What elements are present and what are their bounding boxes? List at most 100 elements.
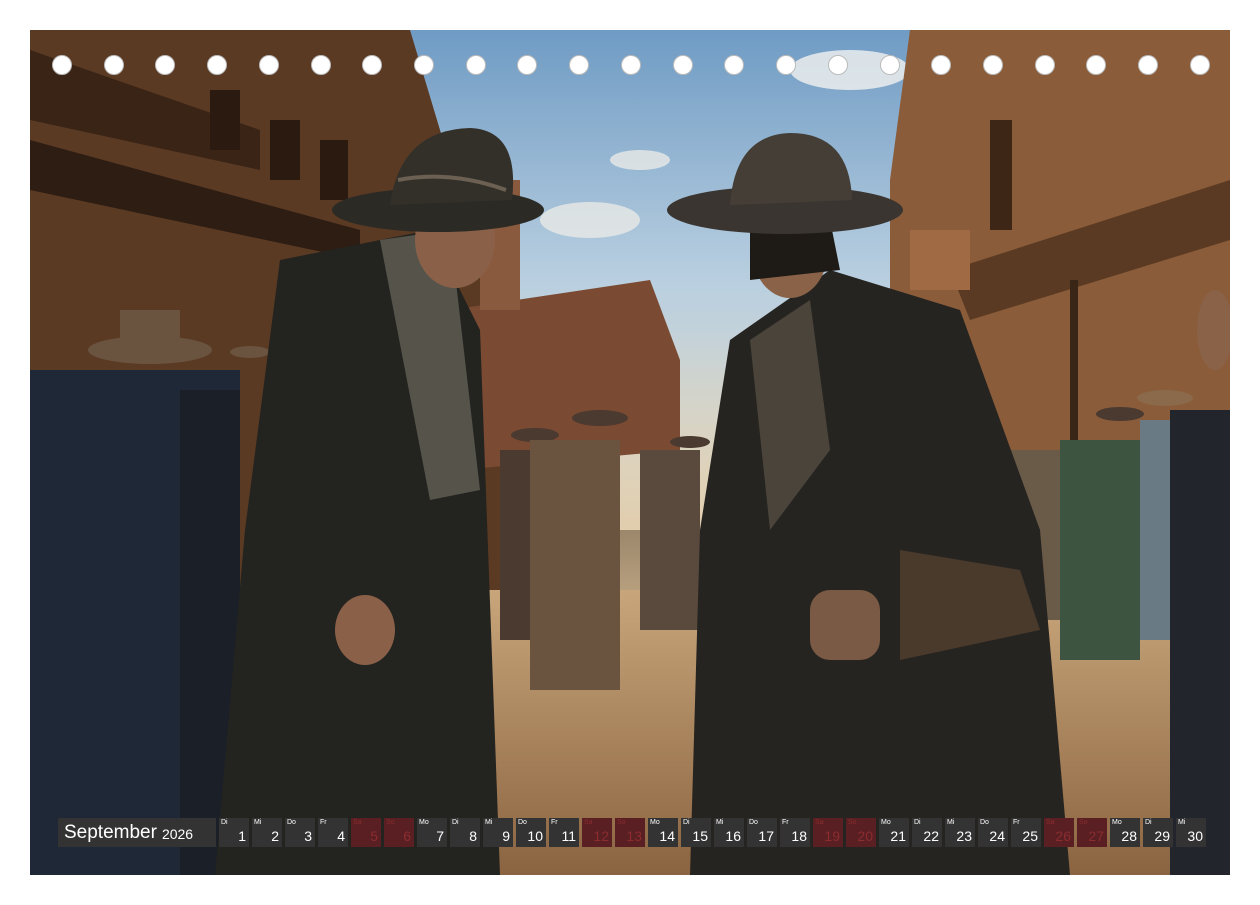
- day-weekday: So: [848, 819, 857, 826]
- day-cell: Mi 2: [252, 818, 282, 847]
- month-name: September: [64, 821, 157, 843]
- day-number: 23: [956, 828, 972, 844]
- binding-hole: [1138, 55, 1159, 75]
- day-weekday: So: [617, 819, 626, 826]
- day-cell: Fr 11: [549, 818, 579, 847]
- day-cell: Sa 5: [351, 818, 381, 847]
- day-weekday: So: [1079, 819, 1088, 826]
- day-number: 6: [403, 828, 411, 844]
- day-number: 24: [989, 828, 1005, 844]
- day-weekday: Mo: [419, 819, 429, 826]
- day-weekday: Mi: [485, 819, 493, 826]
- day-weekday: Mi: [716, 819, 724, 826]
- day-cell: Sa 12: [582, 818, 612, 847]
- day-weekday: So: [386, 819, 395, 826]
- day-weekday: Sa: [815, 819, 824, 826]
- day-weekday: Di: [221, 819, 228, 826]
- day-cell: Mi 30: [1176, 818, 1206, 847]
- binding-hole: [414, 55, 435, 75]
- binding-hole: [258, 55, 279, 75]
- day-number: 27: [1088, 828, 1104, 844]
- binding-hole: [52, 55, 72, 75]
- day-number: 17: [758, 828, 774, 844]
- binding-hole: [103, 55, 124, 75]
- day-cell: Mo 28: [1110, 818, 1140, 847]
- binding-holes: [52, 55, 1210, 79]
- binding-hole: [1086, 55, 1107, 75]
- day-cell: Di 15: [681, 818, 711, 847]
- day-weekday: Fr: [551, 819, 558, 826]
- day-weekday: Fr: [1013, 819, 1020, 826]
- day-weekday: Sa: [353, 819, 362, 826]
- day-number: 22: [923, 828, 939, 844]
- day-weekday: Sa: [1046, 819, 1055, 826]
- day-cell: Mo 21: [879, 818, 909, 847]
- day-number: 29: [1154, 828, 1170, 844]
- day-number: 26: [1055, 828, 1071, 844]
- day-number: 21: [890, 828, 906, 844]
- day-number: 3: [304, 828, 312, 844]
- day-number: 11: [561, 828, 576, 844]
- binding-hole: [155, 55, 176, 75]
- month-label: September 2026: [58, 818, 216, 847]
- day-number: 1: [238, 828, 246, 844]
- binding-hole: [776, 55, 797, 75]
- day-cell: Di 22: [912, 818, 942, 847]
- day-cell: Di 1: [219, 818, 249, 847]
- day-number: 12: [593, 828, 609, 844]
- day-weekday: Mi: [947, 819, 955, 826]
- day-number: 18: [791, 828, 807, 844]
- binding-hole: [465, 55, 486, 75]
- day-weekday: Do: [518, 819, 527, 826]
- binding-hole: [931, 55, 952, 75]
- day-number: 25: [1022, 828, 1038, 844]
- binding-hole: [1189, 55, 1210, 75]
- day-cell: Do 3: [285, 818, 315, 847]
- day-weekday: Mo: [1112, 819, 1122, 826]
- day-number: 13: [626, 828, 642, 844]
- day-weekday: Di: [914, 819, 921, 826]
- day-number: 9: [502, 828, 510, 844]
- day-weekday: Mo: [650, 819, 660, 826]
- day-weekday: Di: [683, 819, 690, 826]
- binding-hole: [827, 55, 848, 75]
- day-number: 28: [1121, 828, 1137, 844]
- binding-hole: [982, 55, 1003, 75]
- day-number: 5: [370, 828, 378, 844]
- day-cells: Di 1 Mi 2 Do 3 Fr 4 Sa 5 So 6 Mo 7 Di 8 Mi 9 Do 10 Fr 11 Sa 12 S…: [219, 818, 1206, 847]
- day-cell: Do 24: [978, 818, 1008, 847]
- day-cell: So 27: [1077, 818, 1107, 847]
- day-weekday: Di: [1145, 819, 1152, 826]
- day-weekday: Sa: [584, 819, 593, 826]
- day-cell: So 6: [384, 818, 414, 847]
- binding-hole: [517, 55, 538, 75]
- day-number: 2: [271, 828, 279, 844]
- day-number: 15: [692, 828, 708, 844]
- month-year: 2026: [161, 825, 194, 842]
- day-cell: So 20: [846, 818, 876, 847]
- day-number: 10: [527, 828, 543, 844]
- binding-hole: [724, 55, 745, 75]
- day-number: 8: [469, 828, 477, 844]
- day-cell: Do 17: [747, 818, 777, 847]
- day-weekday: Mi: [254, 819, 262, 826]
- day-weekday: Di: [452, 819, 459, 826]
- binding-hole: [207, 55, 228, 75]
- day-number: 20: [857, 828, 873, 844]
- binding-hole: [362, 55, 383, 75]
- right-bystander: [1170, 410, 1230, 875]
- day-cell: Sa 19: [813, 818, 843, 847]
- day-cell: Di 29: [1143, 818, 1173, 847]
- calendar-strip: September 2026 Di 1 Mi 2 Do 3 Fr 4 Sa 5 So 6 Mo 7 Di 8 M…: [58, 818, 1206, 847]
- day-number: 16: [725, 828, 741, 844]
- day-cell: Fr 25: [1011, 818, 1041, 847]
- day-weekday: Mi: [1178, 819, 1186, 826]
- day-cell: Mi 16: [714, 818, 744, 847]
- day-cell: Mi 23: [945, 818, 975, 847]
- day-weekday: Mo: [881, 819, 891, 826]
- binding-hole: [672, 55, 693, 75]
- western-street-scene: [30, 30, 1230, 875]
- day-cell: Mo 7: [417, 818, 447, 847]
- binding-hole: [620, 55, 641, 75]
- day-weekday: Do: [749, 819, 758, 826]
